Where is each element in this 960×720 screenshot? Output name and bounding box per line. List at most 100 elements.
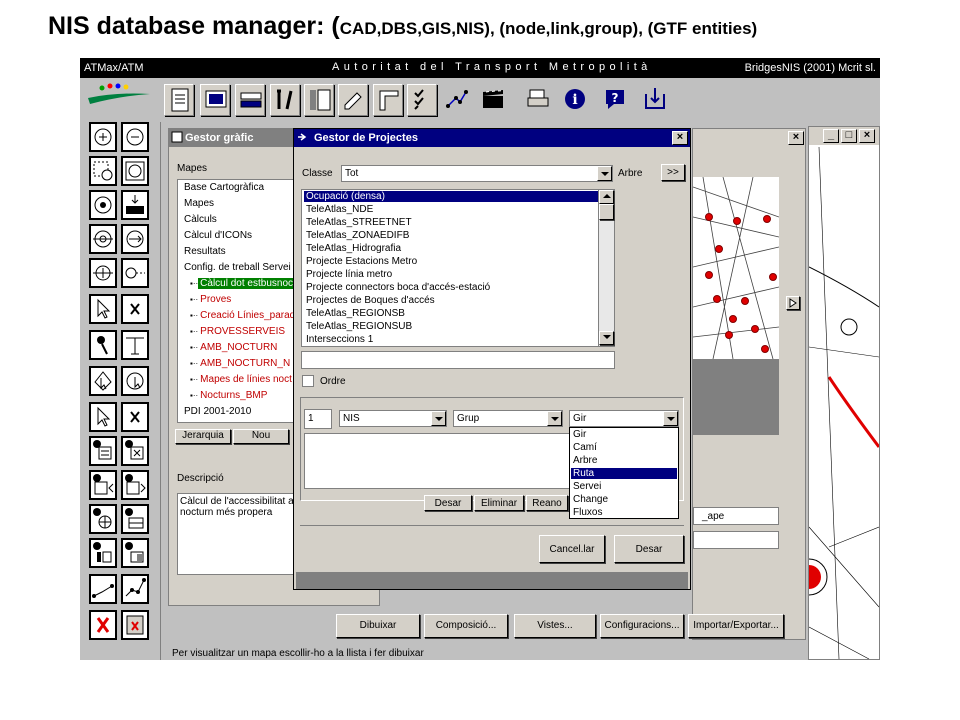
entity-list[interactable] — [304, 433, 570, 489]
tree-item[interactable]: ▪·· Nocturns_BMP — [190, 390, 269, 403]
tree-item[interactable]: ▪·· Càlcul dot estbusnoc — [190, 278, 296, 291]
project-item[interactable]: Interseccions 1 — [304, 334, 375, 345]
outer-close-button[interactable]: × — [859, 129, 875, 143]
pan-center-icon[interactable] — [89, 190, 117, 220]
bottom-button[interactable]: Importar/Exportar... — [688, 614, 784, 638]
import-icon[interactable] — [640, 84, 670, 116]
map-view[interactable] — [693, 177, 779, 359]
chevron-down-icon[interactable] — [663, 411, 678, 426]
desar-button[interactable]: Desar — [614, 535, 684, 563]
select-pointer-icon[interactable] — [89, 294, 117, 324]
tree-item[interactable]: ▪·· AMB_NOCTURN_N — [190, 358, 292, 371]
move-right-icon[interactable] — [121, 224, 149, 254]
film-icon[interactable] — [478, 84, 508, 116]
cancel-red-icon[interactable] — [89, 610, 117, 640]
dropdown-option[interactable]: Fluxos — [571, 507, 677, 518]
split-link-icon[interactable] — [121, 330, 149, 360]
map-view-right[interactable] — [809, 147, 879, 659]
project-item[interactable]: TeleAtlas_REGIONSUB — [304, 321, 414, 332]
database-icon[interactable] — [235, 84, 265, 116]
add-node-icon[interactable] — [89, 258, 117, 288]
tree-item[interactable]: Càlculs — [182, 214, 219, 227]
bottom-button[interactable]: Composició... — [424, 614, 508, 638]
delete-select-icon[interactable] — [121, 294, 149, 324]
scroll-up-icon[interactable] — [599, 190, 614, 204]
projects-list[interactable]: Ocupació (densa) TeleAtlas_NDE TeleAtlas_S… — [301, 189, 615, 347]
draw-network-icon[interactable] — [121, 574, 149, 604]
info-edit-icon[interactable] — [89, 436, 117, 466]
info-bar-icon[interactable] — [121, 538, 149, 568]
chevron-down-icon[interactable] — [431, 411, 446, 426]
gir-select[interactable]: Gir — [569, 410, 679, 427]
map-close-button[interactable]: × — [788, 131, 804, 145]
polygon-select-icon[interactable] — [89, 366, 117, 396]
zoom-out-icon[interactable] — [121, 122, 149, 152]
dropdown-option[interactable]: Change — [571, 494, 677, 505]
layer-down-icon[interactable] — [121, 190, 149, 220]
bottom-button[interactable]: Vistes... — [514, 614, 596, 638]
grup-select[interactable]: Grup — [453, 410, 563, 427]
info-delete-icon[interactable] — [121, 436, 149, 466]
zoom-extent-icon[interactable] — [121, 156, 149, 186]
cancelar-button[interactable]: Cancel.lar — [539, 535, 605, 563]
project-item[interactable]: TeleAtlas_NDE — [304, 204, 375, 215]
scroll-down-icon[interactable] — [599, 331, 614, 345]
dropdown-option[interactable]: Gir — [571, 429, 677, 440]
zoom-window-icon[interactable] — [89, 156, 117, 186]
dropdown-option[interactable]: Arbre — [571, 455, 677, 466]
desar-small-button[interactable]: Desar — [424, 495, 472, 511]
info-target-icon[interactable] — [89, 504, 117, 534]
tree-item[interactable]: Resultats — [182, 246, 228, 259]
project-name-input[interactable] — [301, 351, 615, 369]
tree-item[interactable]: Config. de treball Servei — [182, 262, 293, 275]
tree-item[interactable]: Mapes — [182, 198, 216, 211]
arbre-button[interactable]: >> — [661, 164, 685, 181]
project-item[interactable]: Projecte connectors boca d'accés-estació — [304, 282, 492, 293]
info-left-icon[interactable] — [89, 470, 117, 500]
tree-item[interactable]: ▪·· Proves — [190, 294, 233, 307]
checklist-icon[interactable] — [407, 84, 437, 116]
bottom-button[interactable]: Configuracions... — [600, 614, 684, 638]
project-item[interactable]: TeleAtlas_REGIONSB — [304, 308, 407, 319]
ruler-icon[interactable] — [373, 84, 403, 116]
project-item[interactable]: Projecte Estacions Metro — [304, 256, 419, 267]
tree-item[interactable]: Càlcul d'ICONs — [182, 230, 254, 243]
bottom-button[interactable]: Dibuixar — [336, 614, 420, 638]
eliminar-button[interactable]: Eliminar — [474, 495, 524, 511]
value-field[interactable]: 1 — [304, 409, 332, 429]
dropdown-option[interactable]: Servei — [571, 481, 677, 492]
project-item[interactable]: Ocupació (densa) — [304, 191, 598, 202]
minimize-button[interactable]: _ — [823, 129, 839, 143]
nis-select[interactable]: NIS — [339, 410, 447, 427]
jerarquia-tab[interactable]: Jerarquia — [175, 429, 231, 444]
zoom-in-icon[interactable] — [89, 122, 117, 152]
delete-icon[interactable] — [121, 402, 149, 432]
network-icon[interactable] — [442, 84, 472, 116]
ordre-checkbox[interactable] — [302, 375, 314, 387]
tree-item[interactable]: ▪·· AMB_NOCTURN — [190, 342, 279, 355]
layers-icon[interactable] — [304, 84, 334, 116]
link-node-icon[interactable] — [121, 258, 149, 288]
dropdown-option[interactable]: Ruta — [571, 468, 677, 479]
tree-item[interactable]: PDI 2001-2010 — [182, 406, 253, 419]
map-field[interactable]: _ape — [693, 507, 779, 525]
help-icon[interactable]: ? — [600, 84, 630, 116]
edit-pen-icon[interactable] — [338, 84, 368, 116]
info-chart-icon[interactable] — [89, 538, 117, 568]
projectes-close-button[interactable]: × — [672, 131, 688, 145]
projects-scrollbar[interactable] — [598, 190, 614, 346]
reanomenar-button[interactable]: Reano — [526, 495, 568, 511]
project-item[interactable]: TeleAtlas_ZONAEDIFB — [304, 230, 411, 241]
pin-icon[interactable] — [89, 330, 117, 360]
classe-select[interactable]: Tot — [341, 165, 613, 182]
map-field-2[interactable] — [693, 531, 779, 549]
cancel-box-icon[interactable] — [121, 610, 149, 640]
new-document-icon[interactable] — [164, 84, 194, 116]
project-item[interactable]: Projectes de Boques d'accés — [304, 295, 437, 306]
circle-select-icon[interactable] — [121, 366, 149, 396]
chevron-down-icon[interactable] — [547, 411, 562, 426]
scroll-thumb[interactable] — [599, 204, 614, 220]
tools-icon[interactable] — [270, 84, 300, 116]
maximize-button[interactable]: □ — [841, 129, 857, 143]
tree-item[interactable]: ▪·· PROVESSERVEIS — [190, 326, 287, 339]
